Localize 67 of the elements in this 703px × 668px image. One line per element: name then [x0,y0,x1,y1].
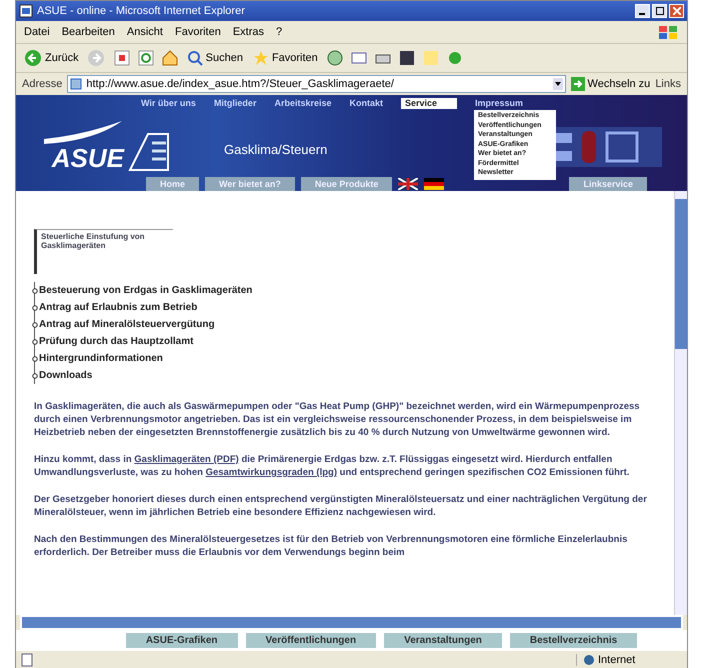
menu-item[interactable]: Favoriten [174,26,221,38]
body-paragraph: Hinzu kommt, dass in Gasklimageräten (PDF) die Primärenergie Erdgas bzw. z.T. Flüssiggas eingesetzt wird. Hierdurch entfallen Umwandlungsverluste, was zu hohen Gesamtwirkungsgraden (lpg) und entsprechend geringen spezifischen CO2 Emissionen führt. [34,453,630,479]
toc-link[interactable]: Downloads [39,370,92,381]
menu-item[interactable]: Bearbeiten [62,26,115,38]
toc-link[interactable]: Hintergrundinformationen [39,353,163,364]
nav-tab[interactable]: Mitglieder [214,98,256,109]
inline-link[interactable]: Gesamtwirkungsgraden (lpg) [206,467,337,478]
body-paragraph: Nach den Bestimmungen des Mineralölsteuergesetzes ist für den Betrieb von Verbrennungsmotoren eine förmliche Einzelerlaubnis erforderlich. Der Betreiber muss die Erlaubnis vor dem Verwendungs beginn beim [34,533,628,559]
vertical-scrollbar[interactable] [674,191,687,615]
bullet-icon [32,356,38,362]
menu-item[interactable]: ? [276,26,282,38]
maximize-button[interactable] [652,4,667,18]
nav-tab[interactable]: Kontakt [350,98,383,109]
menu-item[interactable]: Extras [232,26,264,38]
nav-tab[interactable]: Arbeitskreise [274,98,332,109]
footer-nav-button[interactable]: Bestellverzeichnis [510,633,638,648]
inline-link[interactable]: Gasklimageräten (PDF) [134,454,239,465]
go-arrow-icon [570,77,585,91]
footer-nav-button[interactable]: ASUE-Grafiken [126,633,238,648]
home-icon[interactable] [160,49,179,67]
horizontal-scrollbar[interactable] [20,615,683,630]
toc-link[interactable]: Antrag auf Erlaubnis zum Betrieb [39,302,198,313]
logo-text: ASUE [52,145,124,171]
go-button[interactable]: Wechseln zu [570,77,650,91]
footer-nav-button[interactable]: Veranstaltungen [384,633,502,648]
close-button[interactable] [669,4,684,18]
body-paragraph: In Gasklimageräten, die auch als Gaswärmepumpen oder "Gas Heat Pump (GHP)" bezeichnet werden, wird ein Wärmepumpenprozess durch einen Verbrennungsmotor angetrieben. Das ist ein vergleichsweise ressourcenschonender Prozess, in dem beispielsweise im Heizbetrieb neben der eingesetzten Brennstoffenergie zusätzlich bis zu 40 % durch Nutzung von Umweltwärme gewonnen wird. [34,400,641,439]
links-label[interactable]: Links [655,78,681,90]
nav-tab[interactable]: Impressum [475,98,524,109]
footer-nav-button[interactable]: Veröffentlichungen [246,633,376,648]
german-flag-icon[interactable] [424,178,444,190]
stop-icon[interactable] [112,49,131,67]
address-label: Adresse [22,78,62,90]
search-button[interactable]: Suchen [184,50,245,66]
favorites-button[interactable]: Favoriten [250,50,320,66]
nav-tab[interactable]: Service [401,98,458,109]
browser-icon [19,4,33,18]
page-icon [20,653,34,667]
toc-link[interactable]: Prüfung durch das Hauptzollamt [39,336,194,347]
refresh-icon[interactable] [136,49,155,67]
menu-item[interactable]: Ansicht [126,26,163,38]
bullet-icon [32,338,38,344]
page-subtitle: Gasklima/Steuern [224,142,328,157]
page-heading: Steuerliche Einstufung von Gasklimageräten [34,229,173,274]
toc-link[interactable]: Besteuerung von Erdgas in Gasklimageräten [39,285,252,296]
bullet-icon [32,322,38,328]
menu-item[interactable]: Datei [24,26,50,38]
logo-swoosh-icon [44,119,124,145]
body-paragraph: Der Gesetzgeber honoriert dieses durch einen entsprechend vergünstigten Mineralölsteuersatz und einer nachträglichen Vergütung der Mineralölsteuer, wenn im jährlichen Betrieb eine besondere Effizienz nachgewiesen wird. [34,493,648,519]
page-icon [70,78,82,90]
minimize-button[interactable] [635,4,650,18]
globe-icon [583,654,595,666]
search-icon [186,50,203,66]
bullet-icon [32,304,38,310]
bullet-icon [32,288,38,294]
nav-tab[interactable]: Wir über uns [141,98,196,109]
security-zone: Internet [576,654,683,666]
toc-link[interactable]: Antrag auf Mineralölsteuervergütung [39,319,215,330]
star-icon [252,50,269,66]
bullet-icon [32,372,38,378]
close-icon [672,7,680,15]
english-flag-icon[interactable] [398,178,418,190]
window-title: ASUE - online - Microsoft Internet Explorer [37,5,245,17]
address-field[interactable]: http://www.asue.de/index_asue.htm?/Steuer_Gasklimageraete/ [67,75,566,93]
maximize-icon [656,7,664,15]
back-button[interactable]: Zurück [22,49,81,67]
logo-mark-icon [128,131,170,171]
